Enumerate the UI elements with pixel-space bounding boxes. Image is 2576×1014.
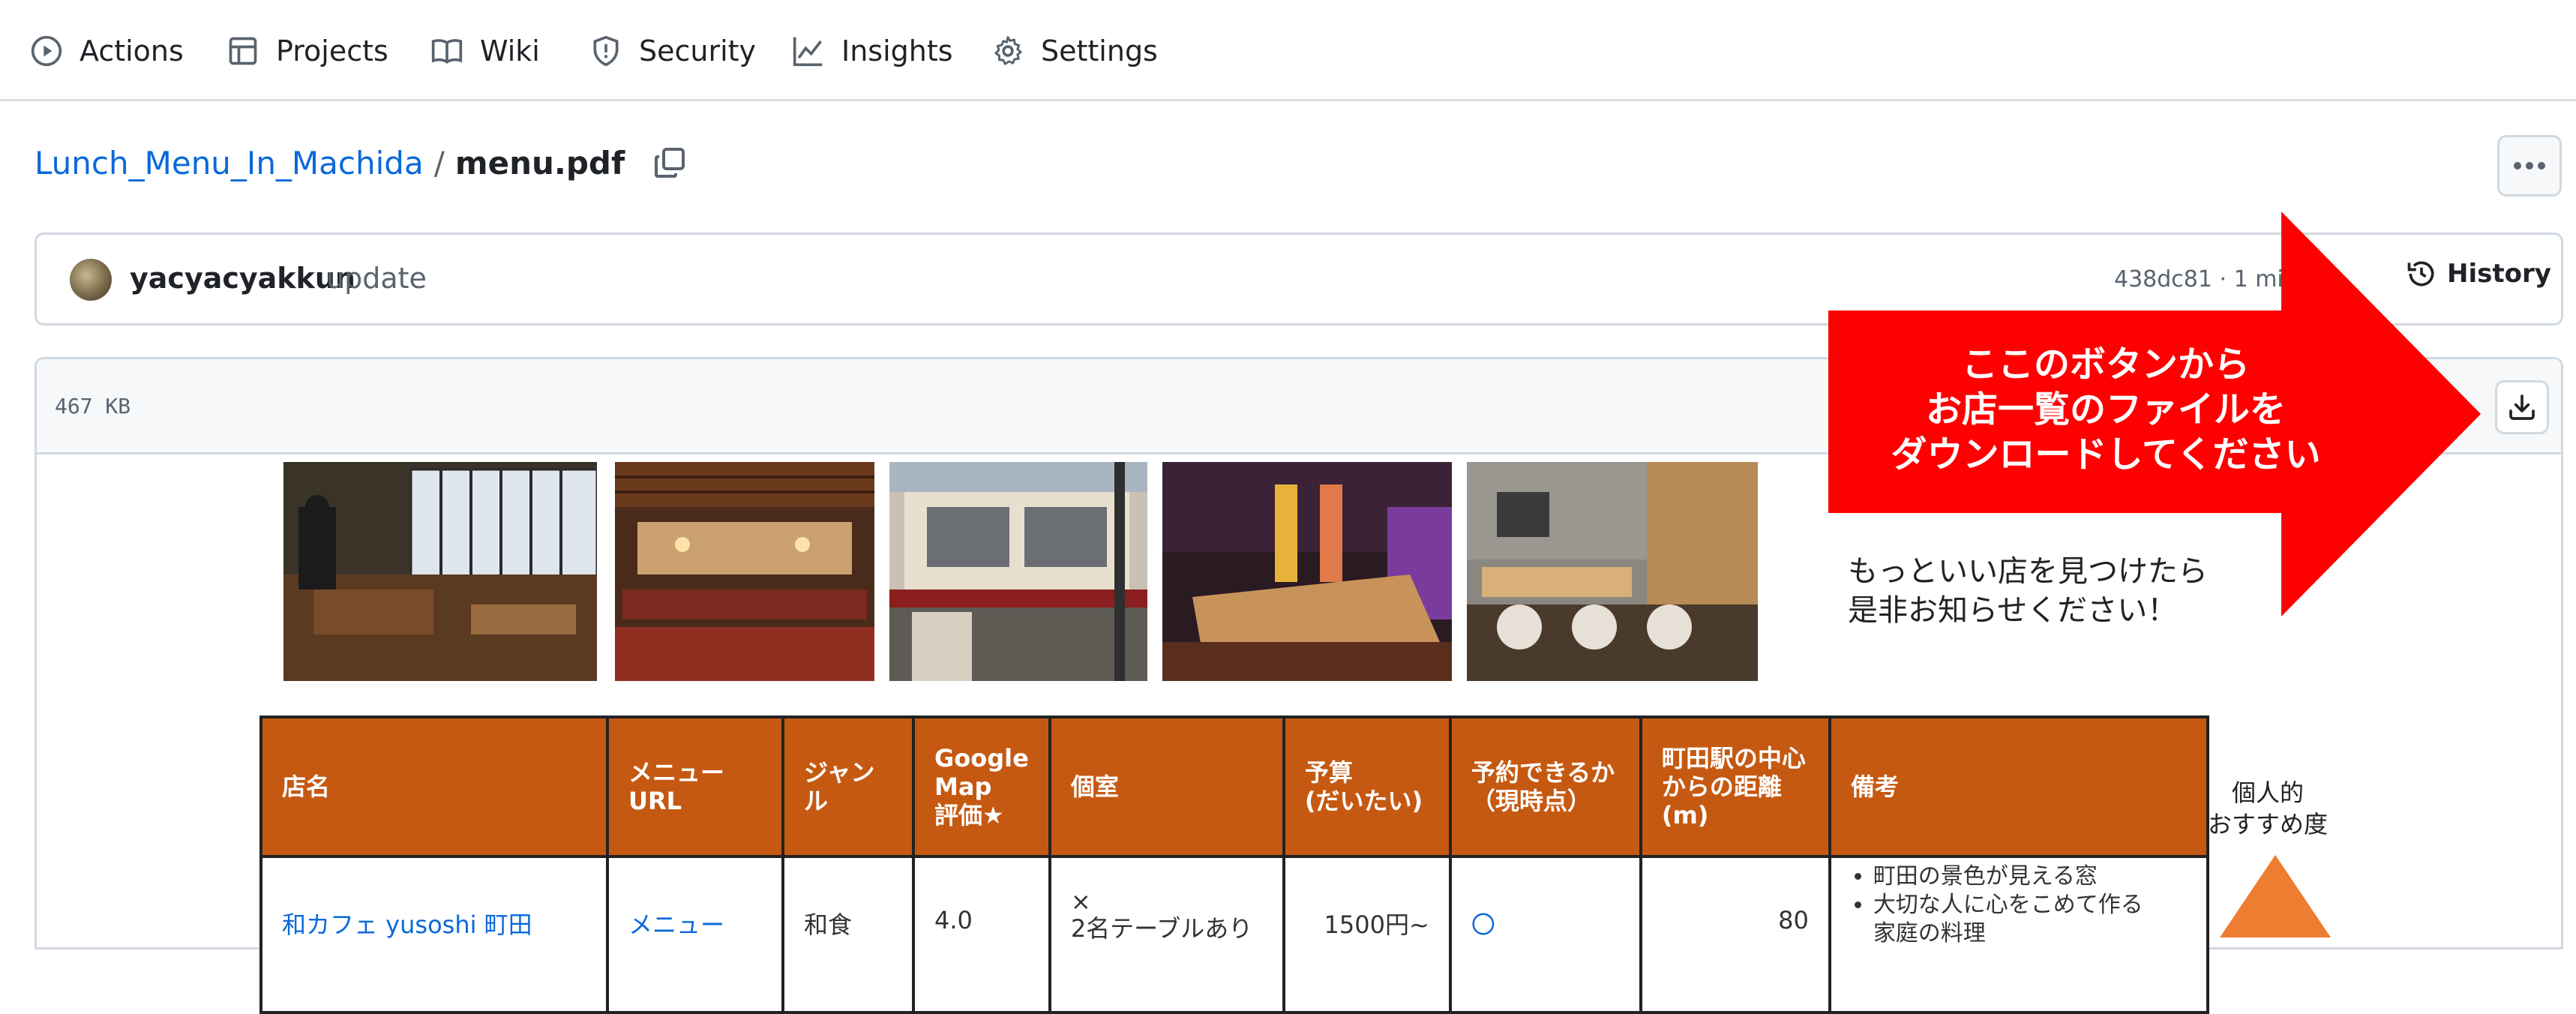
restaurant-photo-1 bbox=[283, 462, 597, 681]
header-line: 予約できるか bbox=[1471, 758, 1615, 787]
col-header-genre: ジャンル bbox=[781, 716, 915, 858]
header-line: Google bbox=[934, 744, 1029, 772]
cell-private-room: × 2名テーブルあり bbox=[1048, 855, 1285, 1014]
nav-settings[interactable]: Settings bbox=[991, 28, 1158, 74]
recommend-line: おすすめ度 bbox=[2208, 810, 2329, 838]
nav-insights[interactable]: Insights bbox=[792, 28, 953, 74]
nav-insights-label: Insights bbox=[841, 34, 953, 68]
play-circle-icon bbox=[31, 35, 62, 67]
header-line: (だいたい) bbox=[1304, 787, 1423, 815]
col-header-private-room: 個室 bbox=[1048, 716, 1285, 858]
breadcrumb-separator: / bbox=[433, 144, 445, 182]
copy-path-icon[interactable] bbox=[652, 145, 688, 181]
cell-notes: 町田の景色が見える窓 大切な人に心をこめて作る 家庭の料理 bbox=[1828, 855, 2209, 1014]
download-icon bbox=[2509, 394, 2535, 420]
download-raw-button[interactable] bbox=[2495, 380, 2549, 434]
nav-security[interactable]: Security bbox=[589, 28, 756, 74]
hint-line: お店一覧のファイルを bbox=[1925, 388, 2286, 430]
header-line: 評価★ bbox=[934, 801, 1004, 830]
download-hint-text: ここのボタンから お店一覧のファイルを ダウンロードしてください bbox=[1828, 342, 2383, 477]
col-header-menu-url: メニュー URL bbox=[606, 716, 784, 858]
nav-projects[interactable]: Projects bbox=[226, 28, 388, 74]
recommendation-label: 個人的 おすすめ度 bbox=[2208, 777, 2328, 840]
nav-wiki-label: Wiki bbox=[480, 34, 540, 68]
nav-projects-label: Projects bbox=[276, 34, 388, 68]
commit-message[interactable]: update bbox=[326, 262, 427, 295]
cell-menu-link[interactable]: メニュー bbox=[606, 855, 784, 1014]
table-icon bbox=[229, 37, 257, 65]
shield-icon bbox=[593, 35, 619, 67]
col-header-budget: 予算 (だいたい) bbox=[1282, 716, 1452, 858]
notes-list: 町田の景色が見える窓 大切な人に心をこめて作る 家庭の料理 bbox=[1851, 862, 2187, 948]
breadcrumb: Lunch_Menu_In_Machida / menu.pdf bbox=[34, 140, 688, 186]
cell-restaurant-name[interactable]: 和カフェ yusoshi 町田 bbox=[259, 855, 609, 1014]
restaurant-table: 店名 メニュー URL ジャンル Google Map 評価★ 個室 予算 (だいたい)… bbox=[259, 716, 2209, 1014]
hint-line: ダウンロードしてください bbox=[1891, 434, 2321, 476]
commit-author[interactable]: yacyacyakkun bbox=[130, 262, 355, 295]
recommendation-triangle-icon bbox=[2220, 855, 2331, 938]
header-line: Map bbox=[934, 772, 992, 801]
header-line: 予算 bbox=[1304, 758, 1353, 787]
header-line: （現時点） bbox=[1471, 787, 1591, 815]
restaurant-photo-3 bbox=[889, 462, 1147, 681]
col-header-notes: 備考 bbox=[1828, 716, 2209, 858]
header-line: ジャン bbox=[804, 758, 875, 787]
nav-wiki[interactable]: Wiki bbox=[430, 28, 540, 74]
col-header-name: 店名 bbox=[259, 716, 609, 858]
nav-actions-label: Actions bbox=[79, 34, 184, 68]
more-options-button[interactable] bbox=[2497, 135, 2562, 196]
header-line: ル bbox=[804, 787, 829, 815]
table-row: 和カフェ yusoshi 町田 メニュー 和食 4.0 × 2名テーブルあり 1… bbox=[259, 855, 2209, 1014]
gear-icon bbox=[994, 36, 1022, 65]
restaurant-photo-5 bbox=[1467, 462, 1758, 681]
restaurant-photo-4 bbox=[1162, 462, 1452, 681]
col-header-distance: 町田駅の中心 からの距離 (m) bbox=[1639, 716, 1831, 858]
header-line: メニュー bbox=[628, 758, 725, 787]
header-line: 個室 bbox=[1070, 772, 1119, 801]
avatar[interactable] bbox=[70, 259, 112, 301]
header-line: (m) bbox=[1661, 801, 1709, 830]
col-header-reservation: 予約できるか （現時点） bbox=[1448, 716, 1642, 858]
col-header-rating: Google Map 評価★ bbox=[912, 716, 1051, 858]
nav-security-label: Security bbox=[639, 34, 757, 68]
header-line: URL bbox=[628, 787, 682, 815]
room-note: 2名テーブルあり bbox=[1070, 914, 1253, 943]
nav-actions[interactable]: Actions bbox=[30, 28, 184, 74]
file-size: 467 KB bbox=[55, 394, 131, 418]
list-item: 大切な人に心をこめて作る bbox=[1873, 891, 2187, 920]
table-header-row: 店名 メニュー URL ジャンル Google Map 評価★ 個室 予算 (だいたい)… bbox=[259, 716, 2209, 858]
cell-budget: 1500円~ bbox=[1282, 855, 1452, 1014]
list-item: 家庭の料理 bbox=[1873, 920, 1986, 946]
repo-nav: Actions Projects Wiki Security Insights … bbox=[0, 0, 2576, 101]
cell-reservation: 〇 bbox=[1448, 855, 1642, 1014]
kebab-horizontal-icon bbox=[2514, 162, 2545, 170]
nav-settings-label: Settings bbox=[1041, 34, 1158, 68]
header-line: 備考 bbox=[1850, 772, 1899, 801]
hint-line: ここのボタンから bbox=[1961, 344, 2250, 386]
book-icon bbox=[431, 39, 463, 64]
cell-genre: 和食 bbox=[781, 855, 915, 1014]
header-line: からの距離 bbox=[1661, 772, 1782, 801]
header-line: 町田駅の中心 bbox=[1661, 744, 1806, 772]
recommend-line: 個人的 bbox=[2232, 778, 2305, 807]
breadcrumb-repo-link[interactable]: Lunch_Menu_In_Machida bbox=[34, 145, 424, 182]
room-value: × bbox=[1070, 887, 1091, 916]
cell-rating: 4.0 bbox=[912, 855, 1051, 1014]
graph-icon bbox=[793, 37, 823, 67]
cell-distance: 80 bbox=[1639, 855, 1831, 1014]
header-line: 店名 bbox=[282, 772, 331, 801]
breadcrumb-file-name: menu.pdf bbox=[454, 144, 625, 182]
restaurant-photo-2 bbox=[615, 462, 874, 681]
list-item: 町田の景色が見える窓 bbox=[1873, 862, 2187, 891]
